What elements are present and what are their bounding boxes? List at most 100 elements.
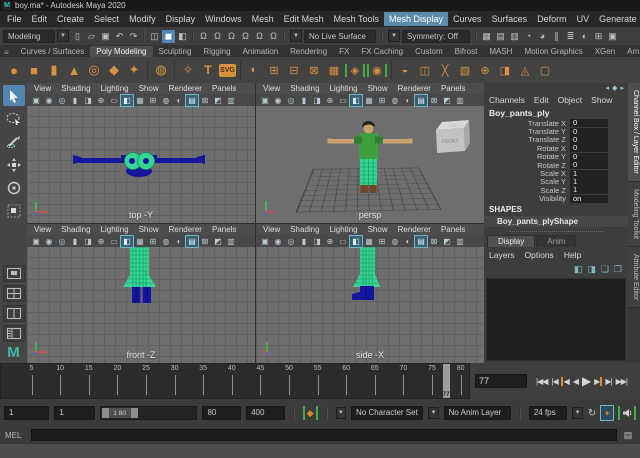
camera-attributes-icon[interactable]: ◎ (285, 236, 297, 247)
camera-attributes-icon[interactable]: ◎ (56, 236, 68, 247)
sculpt-icon[interactable]: ◬ (516, 64, 534, 77)
open-scene-icon[interactable]: ▱ (85, 30, 98, 43)
menu-file[interactable]: File (2, 12, 27, 26)
render-current-frame-icon[interactable]: ▤ (494, 30, 507, 43)
select-object-icon[interactable]: ◼ (162, 30, 175, 43)
menu-uv[interactable]: UV (572, 12, 595, 26)
select-camera-icon[interactable]: ▣ (259, 236, 271, 247)
animation-end-field[interactable]: 400 (246, 406, 285, 420)
channel-menu-channels[interactable]: Channels (489, 95, 525, 105)
layer-menu-layers[interactable]: Layers (489, 250, 515, 260)
poly-cube-icon[interactable]: ■ (25, 63, 43, 78)
2d-pan-zoom-icon[interactable]: ⊕ (95, 236, 107, 247)
motion-blur-icon[interactable]: ⊠ (428, 236, 440, 247)
shaded-icon[interactable]: ▦ (363, 95, 375, 106)
light-editor-icon[interactable]: ◕ (536, 30, 549, 43)
menu-display[interactable]: Display (161, 12, 201, 26)
shadows-icon[interactable]: ◐ (402, 236, 414, 247)
auto-keyframe-toggle[interactable]: ✦ (601, 406, 613, 420)
vp-menu-lighting[interactable]: Lighting (325, 225, 363, 234)
screen-space-ao-icon[interactable]: ▤ (415, 236, 427, 247)
shelf-tab-poly-modeling[interactable]: Poly Modeling (90, 46, 152, 57)
create-layer-from-selected-icon[interactable]: ❐ (614, 264, 622, 275)
wireframe-icon[interactable]: ◧ (121, 236, 133, 247)
snap-grid-icon[interactable]: Ω (197, 30, 210, 43)
paint-select-tool-button[interactable] (3, 131, 25, 152)
step-back-key-button[interactable]: ◀ (561, 377, 570, 386)
menu-mesh-display[interactable]: Mesh Display (384, 12, 448, 26)
menu-edit[interactable]: Edit (27, 12, 53, 26)
playback-end-field[interactable]: 80 (202, 406, 241, 420)
script-editor-icon[interactable]: ▤ (621, 430, 635, 441)
screen-space-ao-icon[interactable]: ▤ (415, 95, 427, 106)
new-scene-icon[interactable]: ▯ (71, 30, 84, 43)
step-forward-frame-button[interactable]: ▶| (604, 377, 612, 386)
vp-menu-show[interactable]: Show (134, 84, 164, 93)
mirror-icon[interactable]: ◨ (496, 64, 514, 77)
symmetry-field[interactable]: Symmetry: Off (402, 30, 470, 43)
multisample-icon[interactable]: ◩ (441, 236, 453, 247)
layer-tab-anim[interactable]: Anim (536, 235, 576, 247)
channel-value-field[interactable]: 0 (570, 119, 608, 127)
poly-type-icon[interactable]: T (199, 63, 217, 77)
go-to-start-button[interactable]: |◀◀ (535, 377, 548, 386)
bookmarks-icon[interactable]: ▮ (298, 95, 310, 106)
bevel-icon[interactable]: ◉ (367, 64, 387, 77)
select-hierarchy-icon[interactable]: ◫ (148, 30, 161, 43)
make-live-icon[interactable]: Ω (267, 30, 280, 43)
vp-menu-panels[interactable]: Panels (207, 84, 241, 93)
channel-value-field[interactable]: on (570, 195, 608, 203)
textured-icon[interactable]: ⊞ (376, 95, 388, 106)
undo-icon[interactable]: ↶ (113, 30, 126, 43)
layout-outliner-persp-button[interactable] (3, 325, 25, 342)
channel-value-field[interactable]: 0 (570, 161, 608, 169)
speed-fast-icon[interactable]: ▸ (620, 84, 624, 92)
2d-pan-zoom-icon[interactable]: ⊕ (324, 95, 336, 106)
shelf-tab-rigging[interactable]: Rigging (197, 46, 236, 57)
smooth-icon[interactable]: ◒ (396, 64, 414, 76)
live-surface-field[interactable]: No Live Surface (304, 30, 376, 43)
use-all-lights-icon[interactable]: ◍ (389, 236, 401, 247)
shape-node-name[interactable]: Boy_pants_plyShape (484, 216, 628, 227)
exposure-icon[interactable]: ▥ (454, 236, 466, 247)
layout-two-pane-button[interactable] (3, 305, 25, 322)
menu-curves[interactable]: Curves (448, 12, 487, 26)
bookmarks-icon[interactable]: ▮ (298, 236, 310, 247)
vp-menu-view[interactable]: View (29, 84, 56, 93)
set-key-icon[interactable]: ◆ (303, 406, 318, 420)
command-language-toggle[interactable]: MEL (5, 431, 27, 440)
exposure-icon[interactable]: ▥ (454, 95, 466, 106)
shelf-tab-motion-graphics[interactable]: Motion Graphics (518, 46, 588, 57)
wireframe-icon[interactable]: ◧ (121, 95, 133, 106)
command-input[interactable] (31, 429, 617, 441)
image-plane-icon[interactable]: ◨ (82, 95, 94, 106)
image-plane-icon[interactable]: ◨ (311, 95, 323, 106)
redo-icon[interactable]: ↷ (127, 30, 140, 43)
step-forward-key-button[interactable]: ▶ (593, 377, 602, 386)
textured-icon[interactable]: ⊞ (147, 236, 159, 247)
poly-cylinder-icon[interactable]: ▮ (45, 62, 63, 78)
layout-single-pane-button[interactable] (3, 265, 25, 282)
channel-menu-edit[interactable]: Edit (534, 95, 549, 105)
vp-menu-lighting[interactable]: Lighting (325, 84, 363, 93)
rotate-tool-button[interactable] (3, 177, 25, 198)
motion-blur-icon[interactable]: ⊠ (428, 95, 440, 106)
shaded-icon[interactable]: ▦ (134, 95, 146, 106)
vp-menu-shading[interactable]: Shading (285, 225, 324, 234)
select-camera-icon[interactable]: ▣ (30, 95, 42, 106)
separate-icon[interactable]: ⊟ (285, 64, 303, 77)
2d-pan-zoom-icon[interactable]: ⊕ (95, 95, 107, 106)
shadows-icon[interactable]: ◐ (173, 95, 185, 106)
channel-menu-object[interactable]: Object (558, 95, 583, 105)
menu-mesh[interactable]: Mesh (247, 12, 279, 26)
symmetry-arrow-icon[interactable]: ▼ (388, 30, 400, 42)
play-backwards-button[interactable]: ◀ (572, 377, 579, 386)
exposure-icon[interactable]: ▥ (225, 95, 237, 106)
shadows-icon[interactable]: ◐ (402, 95, 414, 106)
playback-loop-icon[interactable]: ↻ (588, 408, 596, 419)
bookmarks-icon[interactable]: ▮ (69, 236, 81, 247)
step-back-frame-button[interactable]: |◀ (550, 377, 558, 386)
menu-edit-mesh[interactable]: Edit Mesh (279, 12, 329, 26)
viewport-settings-icon[interactable]: ▣ (606, 30, 619, 43)
vp-menu-panels[interactable]: Panels (436, 84, 470, 93)
